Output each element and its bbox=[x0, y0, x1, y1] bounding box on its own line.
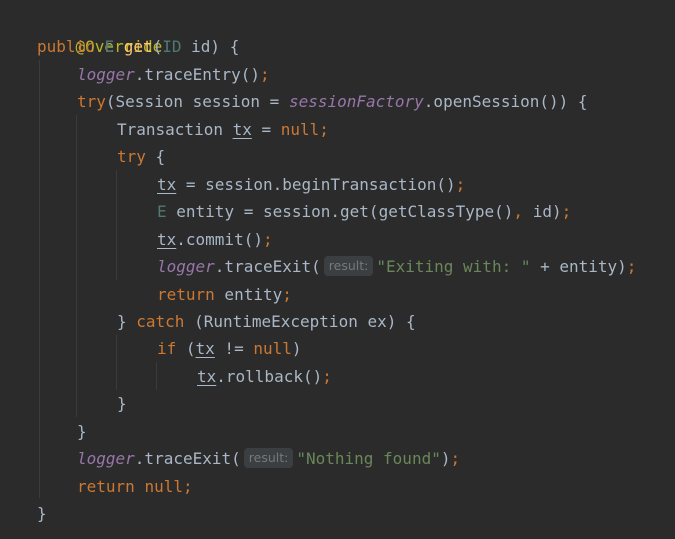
code-line[interactable]: tx = session.beginTransaction(); bbox=[157, 171, 465, 198]
code-line[interactable]: logger.traceExit(result: "Nothing found")… bbox=[77, 445, 460, 472]
code-token: (Session session = bbox=[105, 92, 289, 111]
closing-brace: } bbox=[117, 394, 127, 413]
code-line[interactable]: } bbox=[77, 418, 87, 445]
code-line[interactable]: tx.rollback(); bbox=[197, 363, 332, 390]
variable-tx: tx bbox=[157, 175, 177, 194]
null-keyword: null bbox=[280, 120, 320, 139]
code-token: entity bbox=[214, 285, 283, 304]
code-line[interactable]: } bbox=[117, 390, 127, 417]
code-editor[interactable]: @Override public E get(ID id) { logger.t… bbox=[0, 0, 675, 539]
comma: , bbox=[513, 202, 524, 221]
parameter-hint: result: bbox=[243, 448, 294, 468]
indent-guide bbox=[116, 170, 117, 280]
semicolon: ; bbox=[455, 175, 466, 194]
logger-field: logger bbox=[77, 449, 135, 468]
code-token: ( bbox=[152, 37, 163, 56]
logger-field: logger bbox=[77, 65, 135, 84]
code-line[interactable]: try { bbox=[117, 143, 165, 170]
type-param-id: ID bbox=[162, 37, 182, 56]
code-token: .commit() bbox=[176, 230, 263, 249]
variable-tx: tx bbox=[157, 230, 177, 249]
code-token: != bbox=[214, 339, 254, 358]
code-line[interactable]: if (tx != null) bbox=[157, 335, 302, 362]
code-token: + entity) bbox=[530, 257, 627, 276]
code-line[interactable]: return null; bbox=[77, 473, 193, 500]
parameter-hint: result: bbox=[323, 256, 374, 276]
logger-field: logger bbox=[157, 257, 215, 276]
closing-brace: } bbox=[77, 422, 87, 441]
try-keyword: try bbox=[77, 92, 106, 111]
variable-tx: tx bbox=[197, 367, 217, 386]
try-keyword: try bbox=[117, 147, 146, 166]
semicolon: ; bbox=[260, 65, 270, 84]
code-token: entity = session.get(getClassType() bbox=[166, 202, 514, 221]
closing-brace: } bbox=[37, 504, 47, 523]
code-line[interactable]: logger.traceEntry(); bbox=[77, 61, 270, 88]
null-keyword: null bbox=[144, 477, 183, 496]
code-token: .openSession()) { bbox=[423, 92, 588, 111]
code-token: id) bbox=[523, 202, 562, 221]
semicolon: ; bbox=[626, 257, 637, 276]
semicolon: ; bbox=[561, 202, 572, 221]
closing-brace: } bbox=[117, 312, 137, 331]
code-token: .traceEntry() bbox=[134, 65, 261, 84]
code-token: (RuntimeException ex) { bbox=[184, 312, 416, 331]
type-param-e: E bbox=[104, 37, 115, 56]
code-line[interactable]: tx.commit(); bbox=[157, 226, 273, 253]
code-line[interactable]: public E get(ID id) { bbox=[37, 33, 239, 60]
type-param-e: E bbox=[157, 202, 167, 221]
code-line[interactable]: Transaction tx = null; bbox=[117, 116, 329, 143]
if-keyword: if bbox=[157, 339, 177, 358]
semicolon: ; bbox=[282, 285, 292, 304]
code-token: .traceExit( bbox=[134, 449, 241, 468]
return-keyword: return bbox=[157, 285, 215, 304]
indent-guide bbox=[156, 362, 157, 390]
method-name-get: get bbox=[123, 37, 153, 56]
code-token: ( bbox=[176, 339, 196, 358]
code-token: Transaction bbox=[117, 120, 233, 139]
code-token: = bbox=[251, 120, 281, 139]
code-token: .rollback() bbox=[216, 367, 323, 386]
semicolon: ; bbox=[182, 477, 193, 496]
semicolon: ; bbox=[262, 230, 273, 249]
code-line[interactable]: return entity; bbox=[157, 281, 292, 308]
code-line[interactable]: E entity = session.get(getClassType(), i… bbox=[157, 198, 571, 225]
indent-guide bbox=[116, 335, 117, 390]
code-line[interactable]: logger.traceExit(result: "Exiting with: "… bbox=[157, 253, 636, 280]
indent-guide bbox=[39, 60, 40, 498]
code-token: .traceExit( bbox=[214, 257, 321, 276]
code-token: id) { bbox=[181, 37, 240, 56]
return-keyword: return bbox=[77, 477, 135, 496]
code-line[interactable]: } bbox=[37, 500, 47, 527]
semicolon: ; bbox=[319, 120, 329, 139]
catch-keyword: catch bbox=[136, 312, 185, 331]
session-factory-field: sessionFactory bbox=[288, 92, 424, 111]
indent-guide bbox=[76, 115, 77, 417]
variable-tx: tx bbox=[195, 339, 215, 358]
code-line[interactable]: try(Session session = sessionFactory.ope… bbox=[77, 88, 588, 115]
code-line[interactable]: @Override bbox=[37, 6, 163, 56]
string-literal: "Exiting with: " bbox=[376, 257, 531, 276]
code-token: { bbox=[145, 147, 166, 166]
semicolon: ; bbox=[450, 449, 461, 468]
string-literal: "Nothing found" bbox=[296, 449, 441, 468]
semicolon: ; bbox=[322, 367, 332, 386]
variable-tx: tx bbox=[232, 120, 252, 139]
code-token: ) bbox=[291, 339, 302, 358]
code-token: = session.beginTransaction() bbox=[176, 175, 456, 194]
code-line[interactable]: } catch (RuntimeException ex) { bbox=[117, 308, 416, 335]
null-keyword: null bbox=[253, 339, 292, 358]
public-keyword: public bbox=[37, 37, 95, 56]
